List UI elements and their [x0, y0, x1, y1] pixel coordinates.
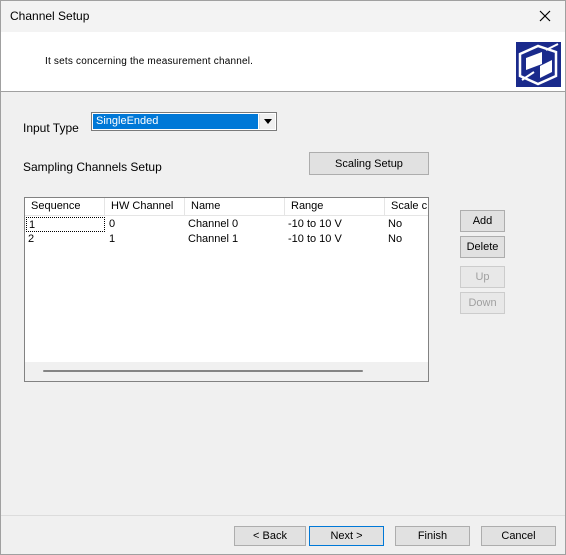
- column-header-sequence[interactable]: Sequence: [25, 198, 105, 215]
- cancel-button[interactable]: Cancel: [481, 526, 556, 546]
- close-icon: [539, 10, 551, 22]
- cell-range: -10 to 10 V: [288, 233, 342, 245]
- finish-button[interactable]: Finish: [395, 526, 470, 546]
- horizontal-scrollbar[interactable]: [25, 362, 428, 381]
- input-type-value: SingleEnded: [93, 114, 258, 129]
- cell-scale: No: [388, 233, 403, 245]
- list-header: Sequence HW Channel Name Range Scale c: [25, 198, 428, 216]
- channel-setup-window: Channel Setup It sets concerning the mea…: [0, 0, 566, 555]
- add-button[interactable]: Add: [460, 210, 505, 232]
- cell-name: Channel 0: [188, 218, 239, 230]
- window-title: Channel Setup: [10, 9, 90, 23]
- wizard-logo-icon: [516, 42, 561, 87]
- down-button[interactable]: Down: [460, 292, 505, 314]
- cell-scale: No: [388, 218, 403, 230]
- column-header-name[interactable]: Name: [185, 198, 285, 215]
- channels-list[interactable]: Sequence HW Channel Name Range Scale c 1…: [24, 197, 429, 382]
- close-button[interactable]: [525, 1, 565, 32]
- next-button[interactable]: Next >: [309, 526, 384, 546]
- table-row[interactable]: 1 0 Channel 0 -10 to 10 V No: [25, 217, 428, 232]
- column-header-scale[interactable]: Scale c: [385, 198, 428, 215]
- cell-sequence: 2: [28, 233, 35, 245]
- cell-hw-channel: 1: [109, 233, 116, 245]
- table-row[interactable]: 2 1 Channel 1 -10 to 10 V No: [25, 232, 428, 247]
- back-button[interactable]: < Back: [234, 526, 306, 546]
- title-bar: Channel Setup: [1, 1, 565, 32]
- cell-name: Channel 1: [188, 233, 239, 245]
- cell-hw-channel: 0: [109, 218, 116, 230]
- header-description: It sets concerning the measurement chann…: [45, 56, 254, 67]
- input-type-dropdown[interactable]: SingleEnded: [91, 112, 277, 131]
- up-button[interactable]: Up: [460, 266, 505, 288]
- sampling-channels-label: Sampling Channels Setup: [23, 160, 162, 174]
- cell-range: -10 to 10 V: [288, 218, 342, 230]
- scaling-setup-button[interactable]: Scaling Setup: [309, 152, 429, 175]
- cell-sequence: 1: [26, 217, 105, 232]
- chevron-down-icon: [264, 119, 272, 124]
- column-header-range[interactable]: Range: [285, 198, 385, 215]
- scrollbar-thumb[interactable]: [43, 370, 363, 372]
- delete-button[interactable]: Delete: [460, 236, 505, 258]
- wizard-header: It sets concerning the measurement chann…: [1, 32, 565, 92]
- input-type-label: Input Type: [23, 121, 79, 135]
- footer-divider: [1, 515, 565, 516]
- column-header-hw-channel[interactable]: HW Channel: [105, 198, 185, 215]
- dropdown-arrow[interactable]: [259, 114, 275, 129]
